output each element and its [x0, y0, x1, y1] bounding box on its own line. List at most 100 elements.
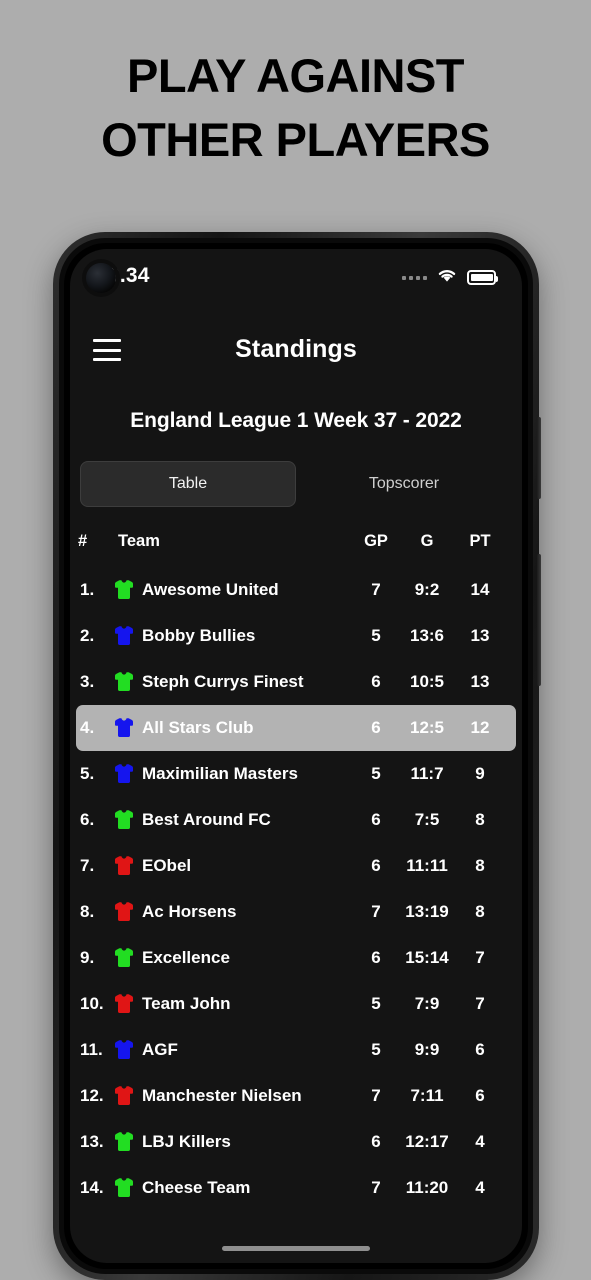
row-points: 8 [475, 856, 485, 875]
jersey-icon [112, 624, 136, 648]
tab-table[interactable]: Table [80, 461, 296, 507]
row-games-played: 5 [371, 626, 381, 645]
table-row[interactable]: 3. Steph Currys Finest 6 10:5 13 [76, 659, 516, 705]
row-games-played: 7 [371, 1086, 381, 1105]
column-header-pt: PT [469, 532, 491, 550]
column-header-gp: GP [364, 532, 388, 550]
jersey-icon [112, 578, 136, 602]
phone-mockup: 0.34 Standings England League 1 Week 37 … [53, 232, 541, 1280]
row-team-name: EObel [142, 856, 192, 875]
column-header-team: Team [118, 532, 160, 550]
standings-table[interactable]: 1. Awesome United 7 9:2 14 2. Bobby Bullies 5 13… [70, 567, 522, 1263]
table-row[interactable]: 9. Excellence 6 15:14 7 [76, 935, 516, 981]
table-row[interactable]: 4. All Stars Club 6 12:5 12 [76, 705, 516, 751]
row-rank: 11. [80, 1040, 103, 1059]
row-goals: 7:9 [414, 994, 440, 1013]
table-row[interactable]: 5. Maximilian Masters 5 11:7 9 [76, 751, 516, 797]
row-team-name: Maximilian Masters [142, 764, 298, 783]
row-points: 7 [475, 948, 485, 967]
row-games-played: 5 [371, 994, 381, 1013]
row-team-name: Best Around FC [142, 810, 271, 829]
row-rank: 3. [80, 672, 95, 691]
row-games-played: 6 [371, 718, 381, 737]
row-team-name: AGF [142, 1040, 178, 1059]
tab-topscorer[interactable]: Topscorer [296, 461, 512, 507]
row-games-played: 6 [371, 856, 381, 875]
row-team-name: Awesome United [142, 580, 279, 599]
table-row[interactable]: 10. Team John 5 7:9 7 [76, 981, 516, 1027]
tab-bar: Table Topscorer [80, 461, 512, 507]
row-goals: 12:5 [409, 718, 445, 737]
row-rank: 10. [80, 994, 104, 1013]
row-goals: 15:14 [405, 948, 449, 967]
table-row[interactable]: 8. Ac Horsens 7 13:19 8 [76, 889, 516, 935]
front-camera-punch-hole [86, 263, 116, 293]
row-goals: 12:17 [405, 1132, 449, 1151]
row-points: 6 [475, 1086, 485, 1105]
row-goals: 11:11 [406, 856, 448, 875]
row-games-played: 6 [371, 672, 381, 691]
status-indicators [402, 267, 498, 288]
jersey-icon [112, 670, 136, 694]
row-points: 9 [475, 764, 485, 783]
home-indicator[interactable] [222, 1246, 370, 1251]
row-points: 6 [475, 1040, 485, 1059]
jersey-icon [112, 1130, 136, 1154]
row-points: 4 [475, 1132, 485, 1151]
row-goals: 9:2 [414, 580, 440, 599]
table-row[interactable]: 11. AGF 5 9:9 6 [76, 1027, 516, 1073]
league-subtitle: England League 1 Week 37 - 2022 [130, 409, 462, 432]
table-row[interactable]: 6. Best Around FC 6 7:5 8 [76, 797, 516, 843]
status-bar: 0.34 [70, 249, 522, 305]
jersey-icon [112, 1176, 136, 1200]
row-team-name: Manchester Nielsen [142, 1086, 302, 1105]
row-goals: 11:20 [405, 1178, 449, 1197]
table-row[interactable]: 2. Bobby Bullies 5 13:6 13 [76, 613, 516, 659]
row-team-name: Cheese Team [142, 1178, 251, 1197]
row-points: 8 [475, 810, 485, 829]
row-rank: 2. [80, 626, 95, 645]
row-team-name: Team John [142, 994, 231, 1013]
jersey-icon [112, 1084, 136, 1108]
row-team-name: Excellence [142, 948, 230, 967]
table-row[interactable]: 14. Cheese Team 7 11:20 4 [76, 1165, 516, 1211]
row-team-name: Ac Horsens [142, 902, 237, 921]
promo-headline: PLAY AGAINST OTHER PLAYERS [0, 44, 591, 172]
row-rank: 9. [80, 948, 95, 967]
row-points: 8 [475, 902, 485, 921]
jersey-icon [112, 762, 136, 786]
table-row[interactable]: 13. LBJ Killers 6 12:17 4 [76, 1119, 516, 1165]
jersey-icon [112, 992, 136, 1016]
power-button[interactable] [537, 554, 541, 686]
row-games-played: 5 [371, 764, 381, 783]
column-header-rank: # [78, 532, 88, 550]
table-row[interactable]: 12. Manchester Nielsen 7 7:11 6 [76, 1073, 516, 1119]
row-rank: 8. [80, 902, 95, 921]
app-bar: Standings [70, 327, 522, 379]
volume-button[interactable] [537, 417, 541, 499]
row-goals: 13:6 [409, 626, 445, 645]
row-goals: 7:11 [410, 1086, 444, 1105]
jersey-icon [112, 1038, 136, 1062]
row-points: 14 [470, 580, 490, 599]
row-games-played: 6 [371, 810, 381, 829]
promo-headline-line-2: OTHER PLAYERS [101, 113, 490, 166]
row-rank: 1. [80, 580, 95, 599]
row-goals: 13:19 [405, 902, 449, 921]
row-points: 13 [470, 672, 490, 691]
row-points: 12 [470, 718, 490, 737]
phone-screen: 0.34 Standings England League 1 Week 37 … [70, 249, 522, 1263]
jersey-icon [112, 946, 136, 970]
table-row[interactable]: 1. Awesome United 7 9:2 14 [76, 567, 516, 613]
table-row[interactable]: 7. EObel 6 11:11 8 [76, 843, 516, 889]
jersey-icon [112, 716, 136, 740]
row-games-played: 7 [371, 1178, 381, 1197]
battery-icon [467, 270, 498, 285]
jersey-icon [112, 808, 136, 832]
row-games-played: 6 [371, 948, 381, 967]
table-header-row: # Team GP G PT [70, 532, 522, 558]
row-games-played: 7 [371, 580, 381, 599]
row-rank: 7. [80, 856, 95, 875]
promo-headline-line-1: PLAY AGAINST [127, 49, 465, 102]
row-goals: 9:9 [414, 1040, 440, 1059]
